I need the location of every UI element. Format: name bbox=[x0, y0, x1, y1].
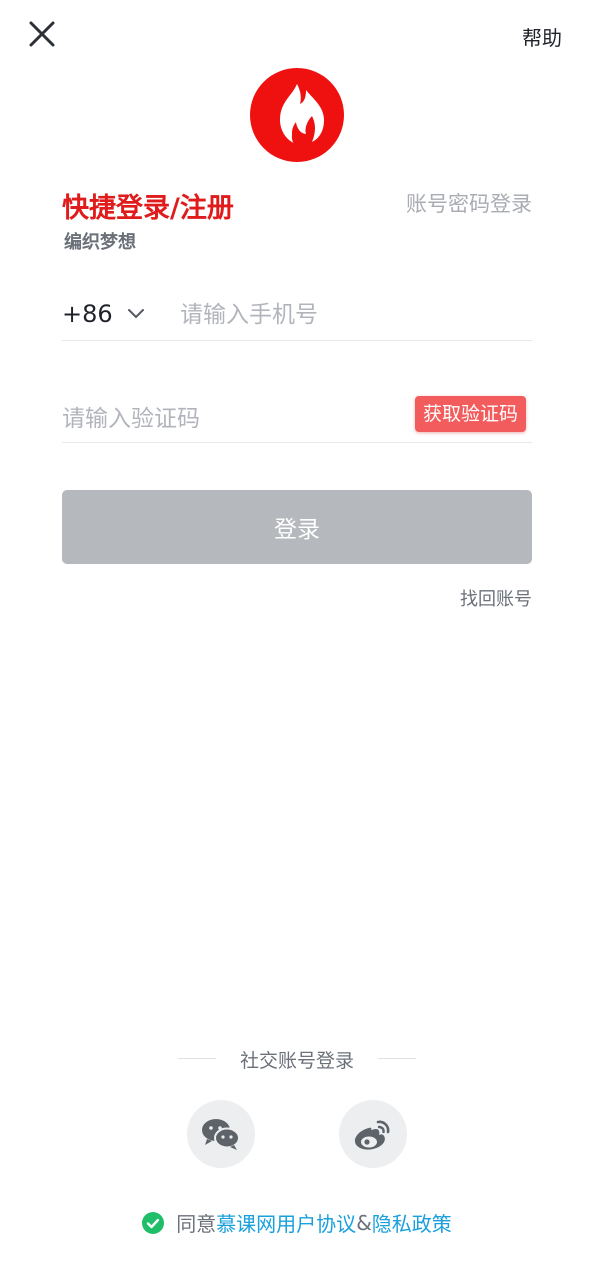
page-subtitle: 编织梦想 bbox=[64, 232, 136, 253]
flame-icon bbox=[280, 84, 324, 146]
agreement-separator: & bbox=[356, 1210, 372, 1235]
login-button[interactable]: 登录 bbox=[62, 490, 532, 564]
privacy-policy-link[interactable]: 隐私政策 bbox=[372, 1208, 452, 1237]
weibo-login-button[interactable] bbox=[339, 1100, 407, 1168]
wechat-icon bbox=[202, 1119, 240, 1150]
page-title: 快捷登录/注册 bbox=[62, 193, 234, 224]
password-login-link[interactable]: 账号密码登录 bbox=[406, 188, 532, 218]
phone-row: +86 bbox=[62, 290, 532, 341]
social-login-title: 社交账号登录 bbox=[239, 1050, 354, 1072]
close-button[interactable] bbox=[22, 14, 62, 54]
country-code-selector[interactable]: +86 bbox=[62, 300, 145, 328]
get-code-button[interactable]: 获取验证码 bbox=[414, 396, 526, 432]
user-agreement-link[interactable]: 慕课网用户协议 bbox=[216, 1208, 356, 1237]
chevron-down-icon bbox=[127, 309, 144, 319]
recover-account-link[interactable]: 找回账号 bbox=[460, 585, 532, 611]
close-icon bbox=[29, 21, 55, 47]
weibo-icon bbox=[354, 1120, 390, 1150]
app-logo bbox=[250, 68, 344, 162]
country-code-value: +86 bbox=[62, 300, 113, 328]
verification-code-row: 获取验证码 bbox=[62, 392, 532, 443]
agreement-prefix: 同意 bbox=[176, 1212, 217, 1236]
wechat-login-button[interactable] bbox=[187, 1100, 255, 1168]
agreement-row: 同意 慕课网用户协议 & 隐私政策 bbox=[0, 1208, 594, 1237]
help-link[interactable]: 帮助 bbox=[522, 22, 562, 51]
check-circle-icon[interactable] bbox=[142, 1211, 165, 1234]
phone-input[interactable] bbox=[180, 296, 530, 334]
verification-code-input[interactable] bbox=[62, 400, 392, 438]
divider-right bbox=[378, 1058, 416, 1059]
